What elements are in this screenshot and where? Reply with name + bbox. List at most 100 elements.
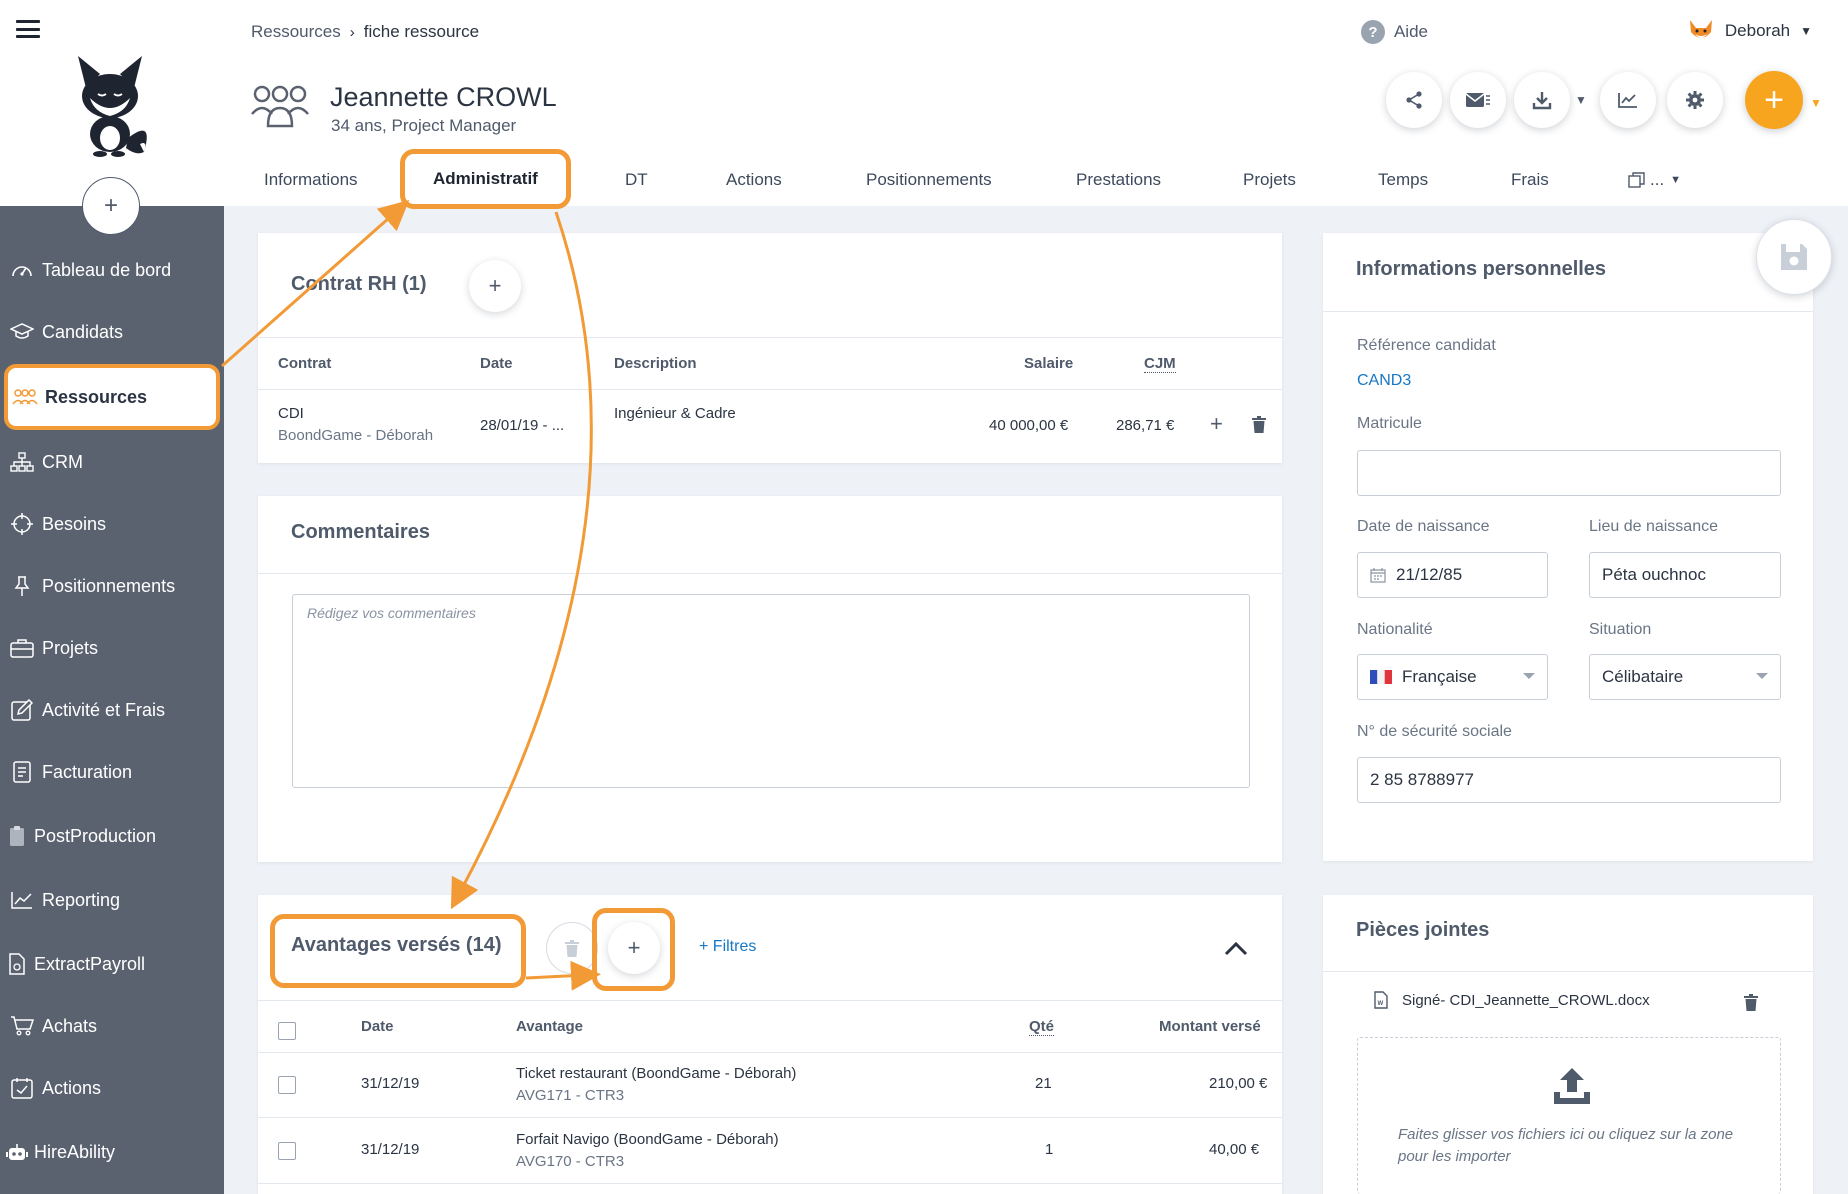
ref-value[interactable]: CAND3 <box>1357 372 1411 390</box>
dashboard-icon <box>9 259 35 281</box>
sidebar-item-positionnements[interactable]: Positionnements <box>0 560 224 612</box>
tab-label: Administratif <box>433 169 538 188</box>
user-menu[interactable]: Deborah ▼ <box>1687 18 1812 44</box>
naissance-input[interactable]: 21/12/85 <box>1357 552 1548 598</box>
question-icon: ? <box>1360 20 1385 44</box>
row-checkbox[interactable] <box>278 1142 296 1160</box>
sidebar-item-actions[interactable]: Actions <box>0 1062 224 1114</box>
divider <box>258 389 1282 390</box>
fox-avatar-icon <box>1689 20 1712 38</box>
filtres-link[interactable]: + Filtres <box>699 938 756 956</box>
share-button[interactable] <box>1386 72 1442 128</box>
download-caret-icon[interactable]: ▼ <box>1575 93 1587 107</box>
sidebar-item-crm[interactable]: CRM <box>0 436 224 488</box>
svg-text:W: W <box>1378 1001 1384 1007</box>
tab-projets[interactable]: Projets <box>1243 158 1296 202</box>
add-avantage-button[interactable]: + <box>608 922 660 974</box>
tab-dt[interactable]: DT <box>625 158 648 202</box>
sidebar-item-projets[interactable]: Projets <box>0 622 224 674</box>
tab-label: ... <box>1650 170 1665 189</box>
file-name[interactable]: Signé- CDI_Jeannette_CROWL.docx <box>1402 992 1650 1009</box>
select-all-checkbox[interactable] <box>278 1022 296 1040</box>
sidebar-item-candidats[interactable]: Candidats <box>0 306 224 358</box>
breadcrumb-ressources[interactable]: Ressources <box>251 22 341 42</box>
tab-actions[interactable]: Actions <box>726 158 782 202</box>
nationalite-select[interactable]: Française <box>1357 654 1548 700</box>
page-header: Ressources › fiche ressource ? Aide Debo… <box>224 0 1848 209</box>
sidebar-item-hireability[interactable]: HireAbility <box>0 1126 224 1178</box>
lieu-label: Lieu de naissance <box>1589 518 1718 535</box>
pieces-card: Pièces jointes W Signé- CDI_Jeannette_CR… <box>1323 895 1813 1194</box>
menu-icon[interactable] <box>16 20 40 38</box>
col-qte[interactable]: Qté <box>1029 1018 1055 1036</box>
file-dropzone[interactable]: Faites glisser vos fichiers ici ou cliqu… <box>1357 1037 1781 1194</box>
sidebar-item-activite-et-frais[interactable]: Activité et Frais <box>0 684 224 736</box>
sidebar-item-achats[interactable]: Achats <box>0 1000 224 1052</box>
contrat-title: Contrat RH (1) <box>291 273 427 295</box>
matricule-input[interactable] <box>1357 450 1781 496</box>
avantage-name[interactable]: Ticket restaurant (BoondGame - Déborah) <box>516 1065 796 1082</box>
tab-informations[interactable]: Informations <box>264 158 358 202</box>
sidebar-item-facturation[interactable]: Facturation <box>0 746 224 798</box>
sidebar-item-reporting[interactable]: Reporting <box>0 874 224 926</box>
tab-more[interactable]: ... ▼ <box>1628 158 1681 202</box>
tab-prestations[interactable]: Prestations <box>1076 158 1161 202</box>
settings-button[interactable] <box>1667 72 1723 128</box>
tab-label: Informations <box>264 170 358 189</box>
sidebar-item-ressources[interactable]: Ressources <box>4 364 220 430</box>
tab-positionnements[interactable]: Positionnements <box>866 158 992 202</box>
commentaires-input[interactable] <box>292 594 1250 788</box>
sidebar-header <box>0 0 224 206</box>
tab-frais[interactable]: Frais <box>1511 158 1549 202</box>
trash-icon[interactable] <box>1252 416 1266 433</box>
save-button[interactable] <box>1756 219 1832 295</box>
tab-label: Positionnements <box>866 170 992 189</box>
avantage-ref: AVG171 - CTR3 <box>516 1087 625 1104</box>
sidebar-item-label: CRM <box>42 451 83 472</box>
add-button[interactable]: + <box>1745 71 1803 129</box>
row-checkbox[interactable] <box>278 1076 296 1094</box>
reporting-button[interactable] <box>1600 72 1656 128</box>
contrat-date: 28/01/19 - ... <box>480 417 565 434</box>
col-cjm[interactable]: CJM <box>1144 355 1176 373</box>
add-caret-icon[interactable]: ▼ <box>1810 96 1822 110</box>
trash-icon[interactable] <box>1744 994 1758 1011</box>
secu-input[interactable]: 2 85 8788977 <box>1357 757 1781 803</box>
tabs-bar: Informations Administratif DT Actions Po… <box>224 149 1848 209</box>
upload-icon <box>1554 1068 1590 1104</box>
document-icon <box>4 953 30 975</box>
email-button[interactable] <box>1450 72 1506 128</box>
pin-icon <box>9 575 35 597</box>
sidebar-item-extractpayroll[interactable]: ExtractPayroll <box>0 938 224 990</box>
situation-select[interactable]: Célibataire <box>1589 654 1781 700</box>
nationalite-value: Française <box>1402 667 1477 686</box>
tab-administratif[interactable]: Administratif <box>400 149 571 209</box>
sidebar-item-postproduction[interactable]: PostProduction <box>0 810 224 862</box>
email-icon <box>1465 93 1490 107</box>
col-salaire: Salaire <box>1024 355 1074 372</box>
avantage-name[interactable]: Forfait Navigo (BoondGame - Déborah) <box>516 1131 779 1148</box>
tab-temps[interactable]: Temps <box>1378 158 1428 202</box>
download-icon <box>1532 92 1552 110</box>
tab-label: Actions <box>726 170 782 189</box>
delete-avantages-button[interactable] <box>546 922 598 974</box>
word-file-icon: W <box>1374 991 1388 1009</box>
quick-add-button[interactable]: + <box>82 177 140 235</box>
sidebar-item-label: ExtractPayroll <box>34 953 146 974</box>
caret-down-icon <box>1756 673 1768 679</box>
avantage-montant: 210,00 € <box>1209 1075 1268 1092</box>
lieu-input[interactable]: Péta ouchnoc <box>1589 552 1781 598</box>
add-contrat-button[interactable]: + <box>469 260 521 312</box>
download-button[interactable] <box>1514 72 1570 128</box>
sidebar-item-tableau-de-bord[interactable]: Tableau de bord <box>0 244 224 296</box>
sidebar-item-label: Projets <box>42 637 99 658</box>
plus-icon[interactable]: + <box>1210 411 1223 437</box>
sidebar-item-besoins[interactable]: Besoins <box>0 498 224 550</box>
french-flag-icon <box>1370 670 1392 684</box>
help-link[interactable]: ? Aide <box>1360 20 1428 44</box>
chevron-up-icon[interactable] <box>1224 941 1248 957</box>
matricule-label: Matricule <box>1357 415 1422 432</box>
people-icon <box>12 386 38 408</box>
col-description: Description <box>614 355 697 372</box>
org-chart-icon <box>9 451 35 473</box>
